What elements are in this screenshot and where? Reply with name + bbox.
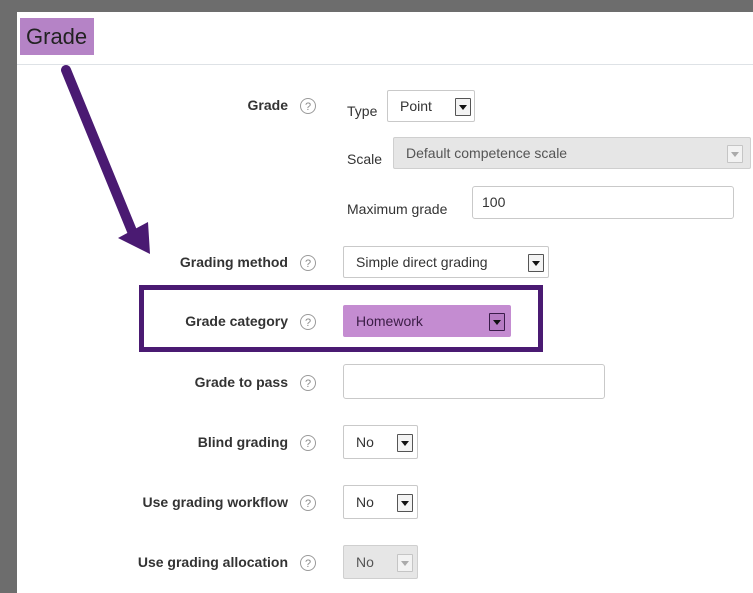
annotation-arrow <box>61 65 150 254</box>
annotation-arrow-shaft <box>61 65 139 241</box>
